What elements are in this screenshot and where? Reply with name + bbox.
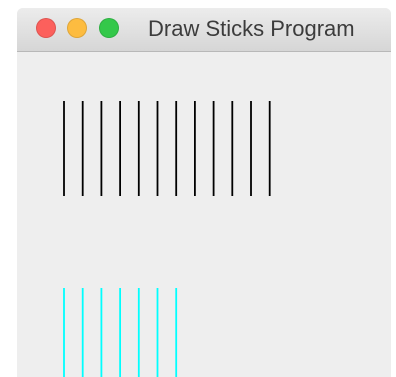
minimize-button[interactable] (67, 18, 87, 38)
drawing-canvas (17, 53, 391, 377)
black-sticks (63, 101, 271, 196)
close-button[interactable] (36, 18, 56, 38)
title-bar[interactable]: Draw Sticks Program (17, 8, 391, 52)
zoom-button[interactable] (99, 18, 119, 38)
window-title: Draw Sticks Program (148, 16, 355, 41)
sticks-drawing (63, 101, 271, 377)
app-window: Draw Sticks Program (17, 8, 391, 377)
cyan-sticks (63, 288, 178, 377)
